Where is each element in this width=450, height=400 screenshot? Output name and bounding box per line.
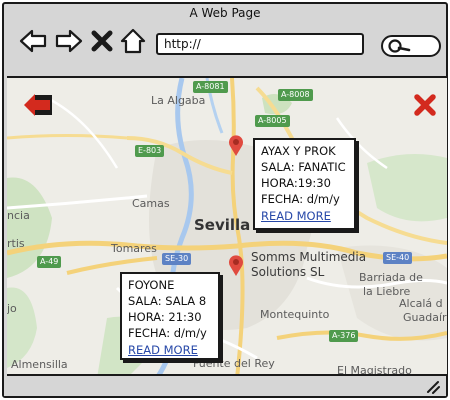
- map-label-alcala-1: Alcalá d: [399, 297, 443, 310]
- resize-handle[interactable]: [426, 380, 440, 394]
- address-bar[interactable]: http://: [156, 33, 364, 55]
- road-shield-a49: A-49: [37, 256, 62, 268]
- map-pin-icon: [229, 255, 243, 276]
- map-label-montequinto: Montequinto: [260, 308, 330, 321]
- map-label-almensilla: Almensilla: [11, 358, 68, 371]
- window-title: A Web Page: [189, 6, 261, 20]
- map-pin-foyone[interactable]: [228, 254, 244, 276]
- red-x-icon: [414, 94, 436, 116]
- road-shield-e803: E-803: [135, 145, 165, 157]
- resize-grip-icon: [427, 381, 440, 394]
- map-pin-icon: [229, 135, 243, 156]
- map-pin-ayax[interactable]: [228, 134, 244, 156]
- arrow-left-icon: [19, 29, 47, 53]
- search-field[interactable]: [381, 35, 441, 57]
- road-shield-se40: SE-40: [383, 252, 413, 264]
- stop-button[interactable]: [90, 26, 114, 56]
- browser-window: A Web Page http:// La Algaba Camas Tomar…: [2, 2, 448, 398]
- close-map-button[interactable]: [413, 93, 437, 117]
- event-name: FOYONE: [128, 278, 175, 292]
- map-label-tomares: Tomares: [111, 242, 157, 255]
- road-shield-a8008: A-8008: [278, 89, 313, 101]
- back-button[interactable]: [18, 26, 48, 56]
- road-shield-a376: A-376: [329, 330, 359, 342]
- map-label-alcala-2: Guadaír: [403, 311, 447, 324]
- event-room: SALA: SALA 8: [128, 294, 207, 308]
- map-label-sevilla: Sevilla: [194, 216, 251, 234]
- map-label-el-magistrado: El Magistrado: [337, 364, 412, 376]
- close-x-icon: [91, 30, 113, 52]
- map-label-ncia: ncia: [7, 209, 30, 222]
- forward-button[interactable]: [54, 26, 84, 56]
- map-label-camas: Camas: [132, 197, 170, 210]
- search-icon: [388, 39, 411, 53]
- event-room: SALA: FANATIC: [261, 160, 346, 174]
- event-time: HORA:19:30: [261, 176, 331, 190]
- event-time: HORA: 21:30: [128, 310, 202, 324]
- read-more-link[interactable]: READ MORE: [128, 342, 212, 358]
- road-shield-a8005: A-8005: [255, 115, 290, 127]
- event-name: AYAX Y PROK: [261, 144, 336, 158]
- map-label-la-algaba: La Algaba: [151, 94, 206, 107]
- event-date: FECHA: d/m/y: [261, 192, 340, 206]
- road-shield-se30: SE-30: [162, 253, 192, 265]
- red-arrow-left-icon: [24, 94, 52, 116]
- map-label-poi-line2: Solutions SL: [251, 265, 325, 279]
- map-label-barriada: Barriada de: [359, 271, 423, 284]
- event-card-2: FOYONE SALA: SALA 8 HORA: 21:30 FECHA: d…: [120, 272, 220, 360]
- arrow-right-icon: [55, 29, 83, 53]
- event-card-1: AYAX Y PROK SALA: FANATIC HORA:19:30 FEC…: [253, 138, 356, 230]
- road-shield-a8081: A-8081: [193, 81, 228, 93]
- home-icon: [120, 28, 146, 54]
- home-button[interactable]: [118, 26, 148, 56]
- map-label-jo: jo: [7, 302, 17, 315]
- map-label-poi-line1: Somms Multimedia: [251, 250, 367, 264]
- read-more-link[interactable]: READ MORE: [261, 208, 348, 224]
- status-bar: [4, 376, 446, 396]
- map-label-rtis: rtis: [7, 237, 25, 250]
- event-date: FECHA: d/m/y: [128, 326, 207, 340]
- map-viewport[interactable]: La Algaba Camas Tomares Sevilla Montequi…: [7, 76, 447, 376]
- back-arrow-button[interactable]: [23, 92, 53, 118]
